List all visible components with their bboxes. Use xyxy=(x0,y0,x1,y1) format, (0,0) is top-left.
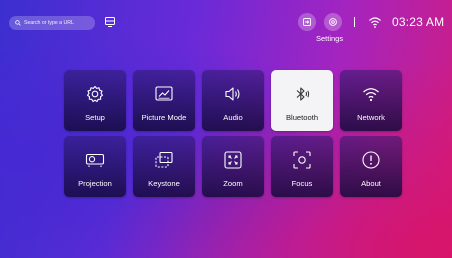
tile-label: Projection xyxy=(78,179,112,188)
settings-grid: Setup Picture Mode Audio Bluetooth Netwo… xyxy=(64,70,402,197)
zoom-icon xyxy=(224,151,242,169)
search-placeholder: Search or type a URL xyxy=(24,20,74,26)
clock: 03:23 AM xyxy=(392,15,445,29)
focus-icon xyxy=(293,151,311,169)
tile-bluetooth[interactable]: Bluetooth xyxy=(271,70,333,131)
tile-label: About xyxy=(361,179,381,188)
tile-projection[interactable]: Projection xyxy=(64,136,126,197)
input-source-icon[interactable] xyxy=(104,16,116,28)
tile-label: Zoom xyxy=(223,179,243,188)
settings-button[interactable] xyxy=(324,13,342,31)
tile-audio[interactable]: Audio xyxy=(202,70,264,131)
tile-label: Audio xyxy=(223,113,243,122)
wifi-icon xyxy=(363,88,379,102)
projector-icon xyxy=(85,153,105,167)
gear-icon xyxy=(86,85,104,103)
tile-about[interactable]: About xyxy=(340,136,402,197)
input-icon xyxy=(303,18,311,26)
tile-setup[interactable]: Setup xyxy=(64,70,126,131)
keystone-icon xyxy=(155,151,173,168)
search-bar[interactable]: Search or type a URL xyxy=(9,16,95,30)
bluetooth-icon xyxy=(296,87,310,101)
input-button[interactable] xyxy=(298,13,316,31)
search-icon xyxy=(15,20,21,26)
tile-picture-mode[interactable]: Picture Mode xyxy=(133,70,195,131)
tile-label: Picture Mode xyxy=(141,113,187,122)
tile-zoom[interactable]: Zoom xyxy=(202,136,264,197)
tile-label: Bluetooth xyxy=(285,113,319,122)
tile-keystone[interactable]: Keystone xyxy=(133,136,195,197)
divider xyxy=(354,17,355,27)
tile-network[interactable]: Network xyxy=(340,70,402,131)
tile-label: Keystone xyxy=(148,179,180,188)
settings-icon xyxy=(329,18,337,26)
tile-label: Network xyxy=(357,113,385,122)
speaker-icon xyxy=(225,87,240,101)
wifi-status-icon xyxy=(369,17,381,28)
tile-label: Setup xyxy=(85,113,105,122)
settings-label: Settings xyxy=(316,34,344,43)
picture-mode-icon xyxy=(155,86,173,101)
tile-label: Focus xyxy=(291,179,313,188)
info-icon xyxy=(362,151,380,169)
tile-focus[interactable]: Focus xyxy=(271,136,333,197)
